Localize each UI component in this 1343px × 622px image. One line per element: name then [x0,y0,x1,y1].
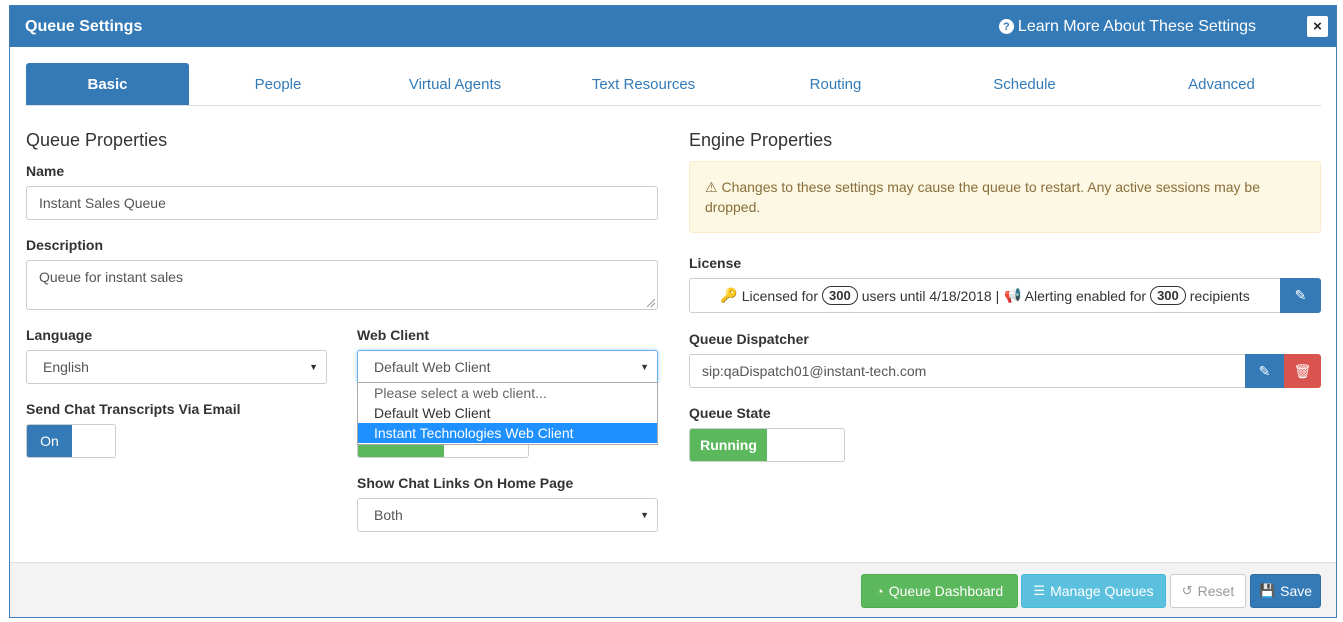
manage-queues-label: Manage Queues [1050,583,1154,599]
save-button[interactable]: 💾 Save [1250,574,1321,608]
save-label: Save [1280,583,1313,599]
modal-header: Queue Settings ? Learn More About These … [10,6,1336,47]
language-select[interactable]: English ▼ [26,350,327,384]
license-text: Licensed for [741,287,818,304]
license-recipients-badge: 300 [1150,286,1186,305]
tab-advanced[interactable]: Advanced [1122,63,1321,105]
language-label: Language [26,327,93,343]
reset-button[interactable]: ↺ Reset [1170,574,1246,608]
modal-title: Queue Settings [25,17,143,35]
edit-dispatcher-button[interactable]: ✎ [1245,354,1284,388]
transcripts-toggle[interactable]: On [26,424,116,458]
web-client-option[interactable]: Please select a web client... [358,383,657,403]
queue-state-label: Queue State [689,405,771,421]
license-label: License [689,255,742,271]
tab-routing[interactable]: Routing [744,63,927,105]
trash-icon: 🗑 [1293,362,1312,379]
manage-queues-button[interactable]: ☰ Manage Queues [1021,574,1166,608]
question-circle-icon: ? [998,19,1014,34]
tab-text-resources[interactable]: Text Resources [543,63,744,105]
settings-tabs: Basic People Virtual Agents Text Resourc… [26,63,1321,106]
web-client-label: Web Client [357,327,430,343]
reset-label: Reset [1197,583,1235,599]
queue-properties-heading: Queue Properties [26,130,168,150]
queue-dashboard-label: Queue Dashboard [888,583,1004,599]
restart-warning: ⚠ Changes to these settings may cause th… [689,161,1321,233]
learn-more-label: Learn More About These Settings [1017,17,1256,35]
toggle-on-label: On [27,425,72,457]
name-label: Name [26,163,65,179]
caret-down-icon: ▼ [640,510,649,520]
dispatcher-input[interactable]: sip:qaDispatch01@instant-tech.com [689,354,1246,388]
caret-down-icon: ▼ [309,362,318,372]
license-users-badge: 300 [822,286,858,305]
web-client-value: Default Web Client [374,359,491,375]
resize-grip-icon[interactable] [647,299,655,307]
web-client-dropdown: Please select a web client... Default We… [357,382,658,445]
engine-properties-heading: Engine Properties [689,130,833,150]
caret-down-icon: ▼ [640,362,649,372]
license-text: recipients [1189,287,1250,304]
tab-people[interactable]: People [189,63,367,105]
key-icon: 🔑 [720,287,738,303]
transcripts-label: Send Chat Transcripts Via Email [26,401,241,417]
dispatcher-label: Queue Dispatcher [689,331,809,347]
chat-links-label: Show Chat Links On Home Page [357,475,574,491]
language-value: English [43,359,89,375]
web-client-option[interactable]: Default Web Client [358,403,657,423]
edit-icon: ✎ [1258,362,1271,379]
save-icon: 💾 [1258,583,1276,598]
web-client-select[interactable]: Default Web Client ▼ [357,350,658,384]
dashboard-icon: ◔ [875,583,884,599]
description-value: Queue for instant sales [39,269,183,285]
queue-settings-modal: Queue Settings ? Learn More About These … [9,5,1337,618]
description-label: Description [26,237,104,253]
list-icon: ☰ [1033,583,1046,598]
chat-links-value: Both [374,507,403,523]
warning-icon: ⚠ [705,179,718,195]
running-label: Running [690,429,767,461]
license-text: users until 4/18/2018 | [861,287,1000,304]
undo-icon: ↺ [1181,583,1193,598]
tab-schedule[interactable]: Schedule [927,63,1122,105]
delete-dispatcher-button[interactable]: 🗑 [1284,354,1321,388]
queue-state-toggle[interactable]: Running [689,428,845,462]
description-textarea[interactable]: Queue for instant sales [26,260,658,310]
edit-license-button[interactable]: ✎ [1280,278,1321,313]
close-button[interactable]: × [1307,16,1328,37]
name-input[interactable]: Instant Sales Queue [26,186,658,220]
queue-dashboard-button[interactable]: ◔ Queue Dashboard [861,574,1018,608]
web-client-option[interactable]: Instant Technologies Web Client [358,423,657,443]
chat-links-select[interactable]: Both ▼ [357,498,658,532]
license-text: Alerting enabled for [1024,287,1147,304]
bullhorn-icon: 📢 [1004,287,1022,303]
license-info: 🔑 Licensed for 300 users until 4/18/2018… [689,278,1281,313]
tab-basic[interactable]: Basic [26,63,189,105]
edit-icon: ✎ [1294,287,1307,303]
tab-virtual-agents[interactable]: Virtual Agents [367,63,543,105]
learn-more-link[interactable]: ? Learn More About These Settings [998,17,1256,36]
modal-footer: ◔ Queue Dashboard ☰ Manage Queues ↺ Rese… [10,562,1336,617]
warning-text: Changes to these settings may cause the … [705,179,1260,215]
